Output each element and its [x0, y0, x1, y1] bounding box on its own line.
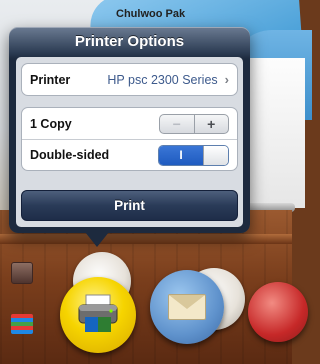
printer-icon: [78, 294, 118, 332]
device-name-label: Chulwoo Pak: [116, 8, 186, 20]
chevron-right-icon: ›: [224, 72, 229, 87]
mail-icon: [168, 294, 206, 320]
options-group: 1 Copy − + Double-sided I: [21, 107, 238, 171]
book-dock-button[interactable]: [248, 282, 308, 342]
envelope-flap: [169, 295, 205, 309]
toggle-knob: [203, 145, 228, 165]
popover-title: Printer Options: [74, 33, 185, 50]
wood-shelf-edge: [0, 234, 292, 244]
print-dock-button[interactable]: [60, 277, 136, 353]
increment-button[interactable]: +: [195, 115, 229, 133]
printer-options-popover: Printer Options Printer HP psc 2300 Seri…: [9, 27, 250, 233]
printer-row[interactable]: Printer HP psc 2300 Series ›: [22, 64, 237, 95]
books-icon[interactable]: [11, 314, 33, 334]
double-sided-toggle[interactable]: I: [158, 144, 229, 166]
popover-body: Printer HP psc 2300 Series › 1 Copy − + …: [16, 57, 243, 227]
copies-label: 1 Copy: [30, 116, 72, 131]
book-stack-icon[interactable]: [11, 262, 33, 284]
mail-dock-button[interactable]: [150, 270, 224, 344]
printer-label: Printer: [30, 72, 71, 87]
double-sided-label: Double-sided: [30, 148, 110, 162]
decrement-button[interactable]: −: [160, 114, 195, 133]
copies-stepper: − +: [159, 113, 229, 134]
toggle-on-indicator: I: [159, 145, 203, 165]
popover-arrow: [85, 232, 109, 247]
print-button[interactable]: Print: [21, 190, 238, 221]
double-sided-row: Double-sided I: [22, 139, 237, 170]
printer-group: Printer HP psc 2300 Series ›: [21, 63, 238, 96]
copies-row: 1 Copy − +: [22, 108, 237, 139]
printer-value: HP psc 2300 Series: [107, 72, 218, 87]
